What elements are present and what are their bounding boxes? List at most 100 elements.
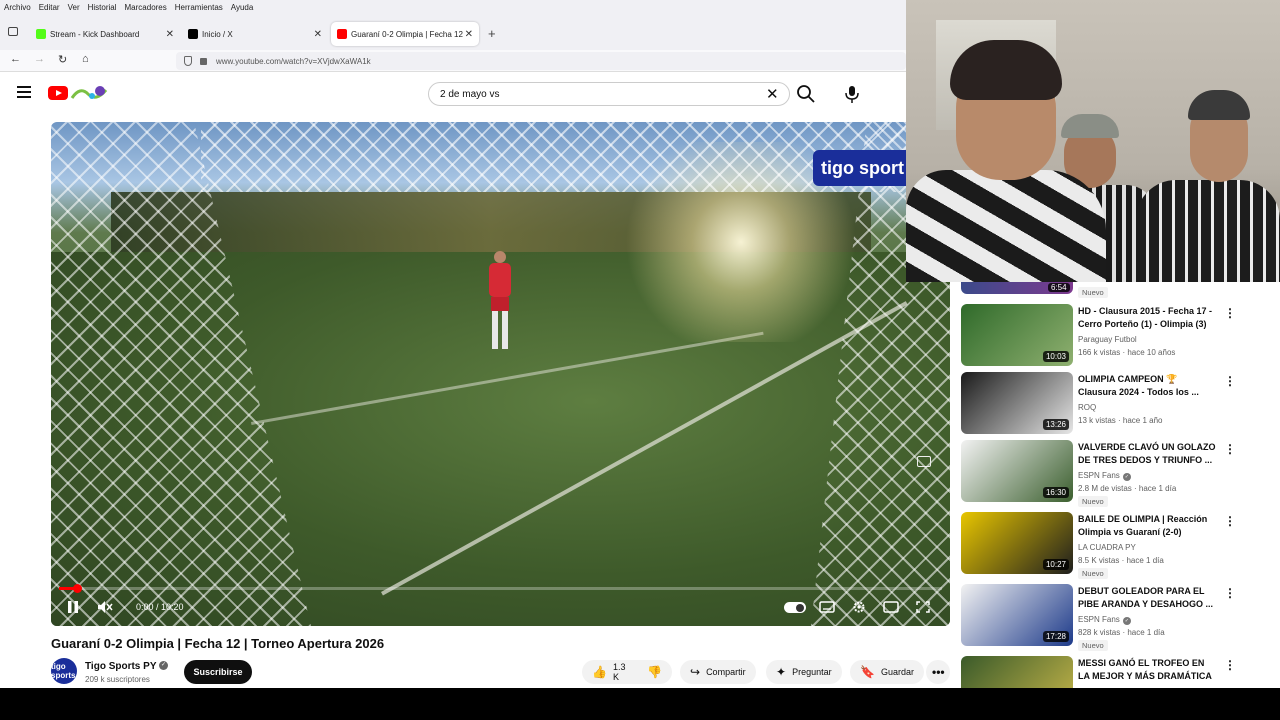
- hair: [950, 40, 1062, 100]
- duration-badge: 6:54: [1048, 283, 1070, 292]
- recommended-channel[interactable]: ESPN Fans ✓: [1078, 471, 1131, 481]
- home-icon[interactable]: ⌂: [82, 53, 89, 65]
- lock-icon[interactable]: [200, 58, 207, 65]
- autoplay-toggle[interactable]: [784, 602, 806, 613]
- pause-icon[interactable]: [65, 600, 81, 614]
- like-count[interactable]: 1.3 K: [613, 662, 631, 682]
- recommended-channel[interactable]: Paraguay Futbol: [1078, 335, 1137, 344]
- menu-archivo[interactable]: Archivo: [4, 3, 31, 12]
- recommended-title[interactable]: MESSI GANÓ EL TROFEO EN LA MEJOR Y MÁS D…: [1078, 657, 1218, 688]
- video-thumbnail[interactable]: 17:28: [961, 584, 1073, 646]
- tab-x[interactable]: Inicio / X ✕: [182, 22, 328, 46]
- more-vertical-icon[interactable]: ⋮: [1224, 442, 1236, 456]
- channel-avatar[interactable]: tigo sports: [51, 658, 77, 684]
- youtube-page: 2 de mayo vs ✕ tigo sport 0:00 / 10:20 G…: [0, 72, 960, 688]
- subtitles-icon[interactable]: [819, 600, 835, 614]
- recommended-title[interactable]: DEBUT GOLEADOR PARA EL PIBE ARANDA Y DES…: [1078, 585, 1218, 611]
- ask-button[interactable]: ✦ Preguntar: [766, 660, 842, 684]
- progress-scrubber[interactable]: [72, 584, 82, 593]
- menu-ver[interactable]: Ver: [68, 3, 80, 12]
- more-actions-button[interactable]: •••: [926, 660, 950, 684]
- browser-menubar: Archivo Editar Ver Historial Marcadores …: [0, 0, 910, 14]
- tab-youtube[interactable]: Guaraní 0-2 Olimpia | Fecha 12 ✕: [331, 22, 479, 46]
- tab-kick[interactable]: Stream - Kick Dashboard ✕: [30, 22, 180, 46]
- doodle-logo[interactable]: [70, 84, 108, 102]
- youtube-logo[interactable]: [48, 86, 68, 100]
- close-tab-icon[interactable]: ✕: [166, 29, 174, 40]
- url-text: www.youtube.com/watch?v=XVjdwXaWA1k: [216, 56, 371, 66]
- save-button[interactable]: 🔖 Guardar: [850, 660, 924, 684]
- new-tab-button[interactable]: +: [488, 26, 496, 41]
- recommended-meta: 2.8 M de vistas · hace 1 día: [1078, 484, 1177, 493]
- search-icon[interactable]: [796, 84, 816, 104]
- menu-historial[interactable]: Historial: [88, 3, 117, 12]
- back-arrow-icon[interactable]: ←: [10, 53, 21, 65]
- duration-badge: 10:27: [1042, 559, 1069, 570]
- recommended-meta: 8.5 K vistas · hace 1 día: [1078, 556, 1164, 565]
- webcam-overlay: [906, 0, 1280, 282]
- more-vertical-icon[interactable]: ⋮: [1224, 586, 1236, 600]
- video-thumbnail[interactable]: 13:26: [961, 372, 1073, 434]
- recommended-video[interactable]: 10:27 BAILE DE OLIMPIA | Reacción Olimpia…: [961, 512, 1271, 579]
- recommended-video[interactable]: MESSI GANÓ EL TROFEO EN LA MEJOR Y MÁS D…: [961, 656, 1271, 688]
- menu-editar[interactable]: Editar: [39, 3, 60, 12]
- close-tab-icon[interactable]: ✕: [314, 29, 322, 40]
- share-button[interactable]: ↪ Compartir: [680, 660, 756, 684]
- recommended-video[interactable]: 10:03 HD - Clausura 2015 - Fecha 17 - Cer…: [961, 304, 1271, 370]
- recommended-title[interactable]: BAILE DE OLIMPIA | Reacción Olimpia vs G…: [1078, 513, 1218, 539]
- duration-badge: 13:26: [1042, 419, 1069, 430]
- menu-icon[interactable]: [17, 86, 31, 98]
- recommended-video[interactable]: 17:28 DEBUT GOLEADOR PARA EL PIBE ARANDA …: [961, 584, 1271, 651]
- bookmark-icon: 🔖: [860, 665, 875, 679]
- recommended-title[interactable]: OLIMPIA CAMPEON 🏆 Clausura 2024 - Todos …: [1078, 373, 1218, 399]
- settings-gear-icon[interactable]: [851, 600, 867, 614]
- close-tab-icon[interactable]: ✕: [465, 29, 473, 40]
- tab-list-icon[interactable]: [8, 27, 18, 36]
- picture-in-picture-hint-icon[interactable]: [917, 456, 931, 467]
- more-vertical-icon[interactable]: ⋮: [1224, 514, 1236, 528]
- tab-label: Guaraní 0-2 Olimpia | Fecha 12: [351, 29, 463, 39]
- search-input[interactable]: 2 de mayo vs: [428, 82, 790, 106]
- recommended-channel[interactable]: ESPN Fans ✓: [1078, 615, 1131, 625]
- autoplay-knob: [796, 603, 804, 612]
- more-vertical-icon[interactable]: ⋮: [1224, 374, 1236, 388]
- video-thumbnail[interactable]: [961, 656, 1073, 688]
- more-vertical-icon[interactable]: ⋮: [1224, 306, 1236, 320]
- shield-icon[interactable]: [184, 56, 192, 66]
- menu-herramientas[interactable]: Herramientas: [175, 3, 223, 12]
- microphone-icon[interactable]: [843, 84, 861, 104]
- menu-marcadores[interactable]: Marcadores: [125, 3, 167, 12]
- menu-ayuda[interactable]: Ayuda: [231, 3, 254, 12]
- recommended-title[interactable]: HD - Clausura 2015 - Fecha 17 - Cerro Po…: [1078, 305, 1218, 331]
- progress-bar[interactable]: [59, 584, 942, 593]
- channel-name[interactable]: Tigo Sports PY: [85, 661, 157, 672]
- football-player-figure: [489, 251, 511, 349]
- recommended-channel[interactable]: ROQ: [1078, 403, 1096, 412]
- recommended-video[interactable]: 13:26 OLIMPIA CAMPEON 🏆 Clausura 2024 - T…: [961, 372, 1271, 438]
- recommended-channel[interactable]: LA CUADRA PY: [1078, 543, 1136, 552]
- duration-badge: 17:28: [1042, 631, 1069, 642]
- theater-mode-icon[interactable]: [883, 600, 899, 614]
- fullscreen-icon[interactable]: [915, 600, 931, 614]
- recommended-video[interactable]: 16:30 VALVERDE CLAVÓ UN GOLAZO DE TRES DE…: [961, 440, 1271, 507]
- tab-label: Stream - Kick Dashboard: [50, 29, 140, 39]
- video-thumbnail[interactable]: 10:03: [961, 304, 1073, 366]
- forward-arrow-icon[interactable]: →: [34, 53, 45, 65]
- letterbox-bar: [0, 688, 1280, 720]
- more-vertical-icon[interactable]: ⋮: [1224, 658, 1236, 672]
- recommended-title[interactable]: VALVERDE CLAVÓ UN GOLAZO DE TRES DEDOS Y…: [1078, 441, 1218, 467]
- mute-icon[interactable]: [97, 600, 113, 614]
- share-arrow-icon: ↪: [690, 665, 701, 679]
- browser-tab-strip: Stream - Kick Dashboard ✕ Inicio / X ✕ G…: [0, 14, 910, 50]
- hair: [1188, 90, 1250, 120]
- video-thumbnail[interactable]: 16:30: [961, 440, 1073, 502]
- video-thumbnail[interactable]: 10:27: [961, 512, 1073, 574]
- clear-search-icon[interactable]: ✕: [766, 85, 779, 103]
- address-bar[interactable]: www.youtube.com/watch?v=XVjdwXaWA1k: [176, 52, 906, 70]
- video-player[interactable]: tigo sport 0:00 / 10:20: [51, 122, 950, 626]
- youtube-favicon-icon: [337, 29, 347, 39]
- thumbs-down-icon[interactable]: 👎: [647, 665, 662, 679]
- subscribe-button[interactable]: Suscribirse: [184, 660, 252, 684]
- reload-icon[interactable]: ↻: [58, 53, 67, 66]
- thumbs-up-icon[interactable]: 👍: [592, 665, 607, 679]
